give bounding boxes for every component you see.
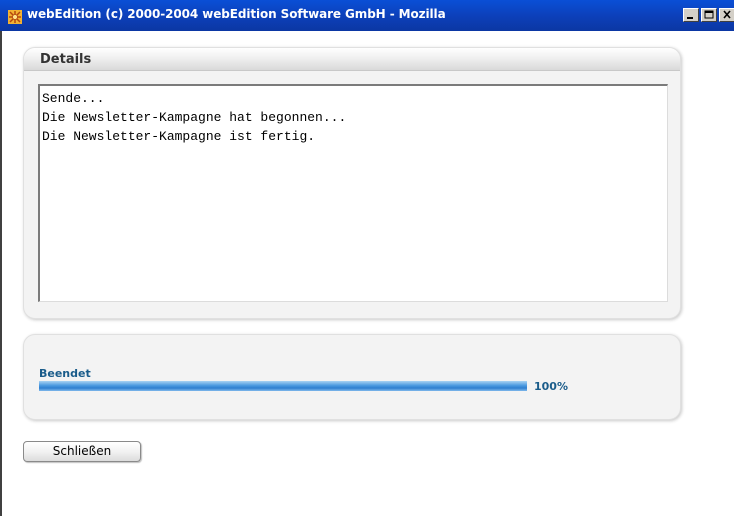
- window-controls: [681, 8, 734, 22]
- progress-label: Beendet: [39, 367, 91, 380]
- close-icon[interactable]: [719, 8, 734, 22]
- progress-bar: [39, 381, 527, 391]
- log-line: Sende...: [42, 91, 105, 106]
- details-panel: Details Sende... Die Newsletter-Kampagne…: [23, 47, 681, 319]
- close-button[interactable]: Schließen: [23, 441, 141, 462]
- details-title: Details: [40, 52, 92, 67]
- details-panel-header: [24, 48, 680, 71]
- details-log-area[interactable]: Sende... Die Newsletter-Kampagne hat beg…: [38, 84, 668, 302]
- minimize-icon[interactable]: [683, 8, 699, 22]
- log-line: Die Newsletter-Kampagne ist fertig.: [42, 129, 316, 144]
- window-title: webEdition (c) 2000-2004 webEdition Soft…: [27, 7, 446, 21]
- maximize-icon[interactable]: [701, 8, 717, 22]
- log-line: Die Newsletter-Kampagne hat begonnen...: [42, 110, 347, 125]
- progress-percent: 100%: [534, 380, 568, 393]
- window-content: Details Sende... Die Newsletter-Kampagne…: [0, 31, 734, 516]
- webedition-logo-icon: [8, 9, 22, 24]
- window-titlebar[interactable]: webEdition (c) 2000-2004 webEdition Soft…: [0, 0, 734, 31]
- progress-bar-fill: [39, 381, 527, 391]
- progress-panel: Beendet 100%: [23, 334, 681, 420]
